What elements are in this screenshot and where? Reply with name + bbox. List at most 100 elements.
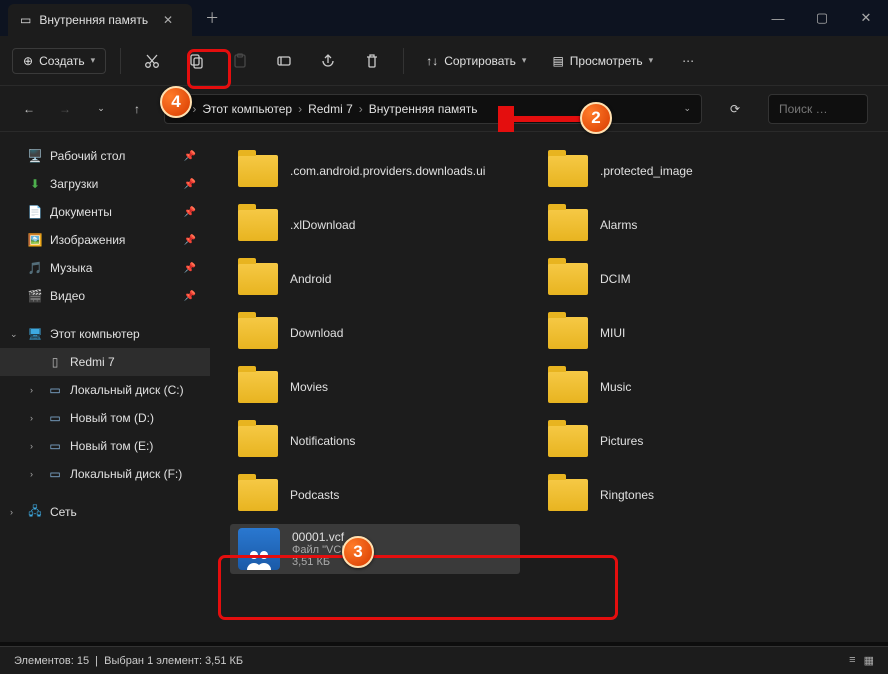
folder-item[interactable]: Music xyxy=(540,362,830,412)
crumb[interactable]: Этот компьютер xyxy=(202,102,292,116)
forward-button[interactable]: → xyxy=(56,102,74,116)
address-bar: ← → ⌄ ↑ ▭ › Этот компьютер › Redmi 7 › В… xyxy=(0,86,888,132)
share-button[interactable] xyxy=(311,44,345,78)
chevron-down-icon[interactable]: ⌄ xyxy=(92,103,110,114)
pin-icon: 📌 xyxy=(184,291,196,302)
file-type: Файл "VCF" xyxy=(292,544,352,556)
folder-name: .com.android.providers.downloads.ui xyxy=(290,164,485,178)
chevron-down-icon[interactable]: ⌄ xyxy=(683,103,691,114)
chevron-right-icon: › xyxy=(30,385,33,395)
folder-name: Notifications xyxy=(290,434,355,448)
crumb[interactable]: Redmi 7 xyxy=(308,102,353,116)
file-item[interactable]: 00001.vcf Файл "VCF" 3,51 КБ xyxy=(230,524,520,574)
folder-name: .protected_image xyxy=(600,164,693,178)
sort-label: Сортировать xyxy=(444,54,516,68)
drive-icon: ▭ xyxy=(48,439,62,453)
back-button[interactable]: ← xyxy=(20,102,38,116)
sidebar-item-quick[interactable]: 🖥️Рабочий стол📌 xyxy=(0,142,210,170)
rename-icon xyxy=(276,53,292,69)
cut-button[interactable] xyxy=(135,44,169,78)
chevron-right-icon: › xyxy=(30,441,33,451)
close-button[interactable]: ✕ xyxy=(844,0,888,36)
folder-item[interactable]: Notifications xyxy=(230,416,520,466)
sort-button[interactable]: ↑↓ Сортировать ▾ xyxy=(418,48,534,74)
trash-icon xyxy=(364,53,380,69)
sidebar-item-device[interactable]: ▯Redmi 7 xyxy=(0,348,210,376)
sidebar-item-drive[interactable]: ›▭Локальный диск (F:) xyxy=(0,460,210,488)
sidebar-item-quick[interactable]: 🎵Музыка📌 xyxy=(0,254,210,282)
sidebar-item-drive[interactable]: ›▭Новый том (D:) xyxy=(0,404,210,432)
chevron-down-icon: ▾ xyxy=(91,55,96,66)
chevron-down-icon: ⌄ xyxy=(10,329,18,340)
breadcrumb[interactable]: ▭ › Этот компьютер › Redmi 7 › Внутрення… xyxy=(164,94,702,124)
sidebar-label: Этот компьютер xyxy=(50,327,140,341)
new-button[interactable]: ⊕ Создать ▾ xyxy=(12,48,106,74)
details-view-icon[interactable]: ≡ xyxy=(849,654,855,667)
maximize-button[interactable]: ▢ xyxy=(800,0,844,36)
folder-item[interactable]: .com.android.providers.downloads.ui xyxy=(230,146,520,196)
view-button[interactable]: ▤ Просмотреть ▾ xyxy=(544,48,661,74)
folder-icon xyxy=(548,263,588,295)
pin-icon: 📌 xyxy=(184,207,196,218)
search-input[interactable]: Поиск … xyxy=(768,94,868,124)
rename-button[interactable] xyxy=(267,44,301,78)
toolbar: ⊕ Создать ▾ ↑↓ Сортировать ▾ ▤ Просмотре… xyxy=(0,36,888,86)
delete-button[interactable] xyxy=(355,44,389,78)
sidebar-item-quick[interactable]: 🎬Видео📌 xyxy=(0,282,210,310)
view-label: Просмотреть xyxy=(570,54,643,68)
folder-item[interactable]: Alarms xyxy=(540,200,830,250)
new-label: Создать xyxy=(39,54,85,68)
up-button[interactable]: ↑ xyxy=(128,102,146,116)
folder-item[interactable]: Android xyxy=(230,254,520,304)
minimize-button[interactable]: ― xyxy=(756,0,800,36)
folder-item[interactable]: Pictures xyxy=(540,416,830,466)
folder-item[interactable]: Movies xyxy=(230,362,520,412)
sidebar-item-this-pc[interactable]: ⌄🖥Этот компьютер xyxy=(0,320,210,348)
pin-icon: 📌 xyxy=(184,151,196,162)
pin-icon: 📌 xyxy=(184,263,196,274)
folder-item[interactable]: Podcasts xyxy=(230,470,520,520)
folder-item[interactable]: MIUI xyxy=(540,308,830,358)
folder-item[interactable]: DCIM xyxy=(540,254,830,304)
sidebar-label: Документы xyxy=(50,205,112,219)
tab-title: Внутренняя память xyxy=(39,13,148,27)
sidebar-item-quick[interactable]: 📄Документы📌 xyxy=(0,198,210,226)
sidebar-label: Новый том (D:) xyxy=(70,411,154,425)
tiles-view-icon[interactable]: ▦ xyxy=(864,654,874,667)
folder-item[interactable]: .xlDownload xyxy=(230,200,520,250)
sidebar-item-quick[interactable]: ⬇Загрузки📌 xyxy=(0,170,210,198)
window-tab[interactable]: ▭ Внутренняя память ✕ xyxy=(8,4,192,36)
sidebar-label: Локальный диск (C:) xyxy=(70,383,184,397)
folder-icon xyxy=(238,371,278,403)
folder-item[interactable]: Ringtones xyxy=(540,470,830,520)
folder-icon xyxy=(548,317,588,349)
copy-button[interactable] xyxy=(179,44,213,78)
refresh-button[interactable]: ⟳ xyxy=(720,102,750,116)
sidebar-item-drive[interactable]: ›▭Локальный диск (C:) xyxy=(0,376,210,404)
scissors-icon xyxy=(144,53,160,69)
folder-name: Alarms xyxy=(600,218,637,232)
chevron-right-icon: › xyxy=(30,413,33,423)
sidebar-item-quick[interactable]: 🖼️Изображения📌 xyxy=(0,226,210,254)
sidebar-label: Локальный диск (F:) xyxy=(70,467,182,481)
crumb[interactable]: Внутренняя память xyxy=(369,102,478,116)
folder-icon: 🎵 xyxy=(28,261,42,275)
status-bar: Элементов: 15 | Выбран 1 элемент: 3,51 К… xyxy=(0,646,888,674)
close-tab-icon[interactable]: ✕ xyxy=(156,8,180,32)
sidebar-label: Сеть xyxy=(50,505,77,519)
folder-item[interactable]: Download xyxy=(230,308,520,358)
sidebar-label: Рабочий стол xyxy=(50,149,125,163)
new-tab-button[interactable]: ＋ xyxy=(200,6,224,30)
sidebar-item-drive[interactable]: ›▭Новый том (E:) xyxy=(0,432,210,460)
paste-button[interactable] xyxy=(223,44,257,78)
folder-item[interactable]: .protected_image xyxy=(540,146,830,196)
folder-icon xyxy=(238,209,278,241)
chevron-right-icon: › xyxy=(192,102,196,116)
folder-name: DCIM xyxy=(600,272,631,286)
more-button[interactable]: ⋯ xyxy=(671,44,705,78)
file-list: .com.android.providers.downloads.ui .prot… xyxy=(210,132,888,642)
sidebar-label: Redmi 7 xyxy=(70,355,115,369)
chevron-right-icon: › xyxy=(30,469,33,479)
sidebar-item-network[interactable]: ›🖧Сеть xyxy=(0,498,210,526)
copy-icon xyxy=(188,53,204,69)
